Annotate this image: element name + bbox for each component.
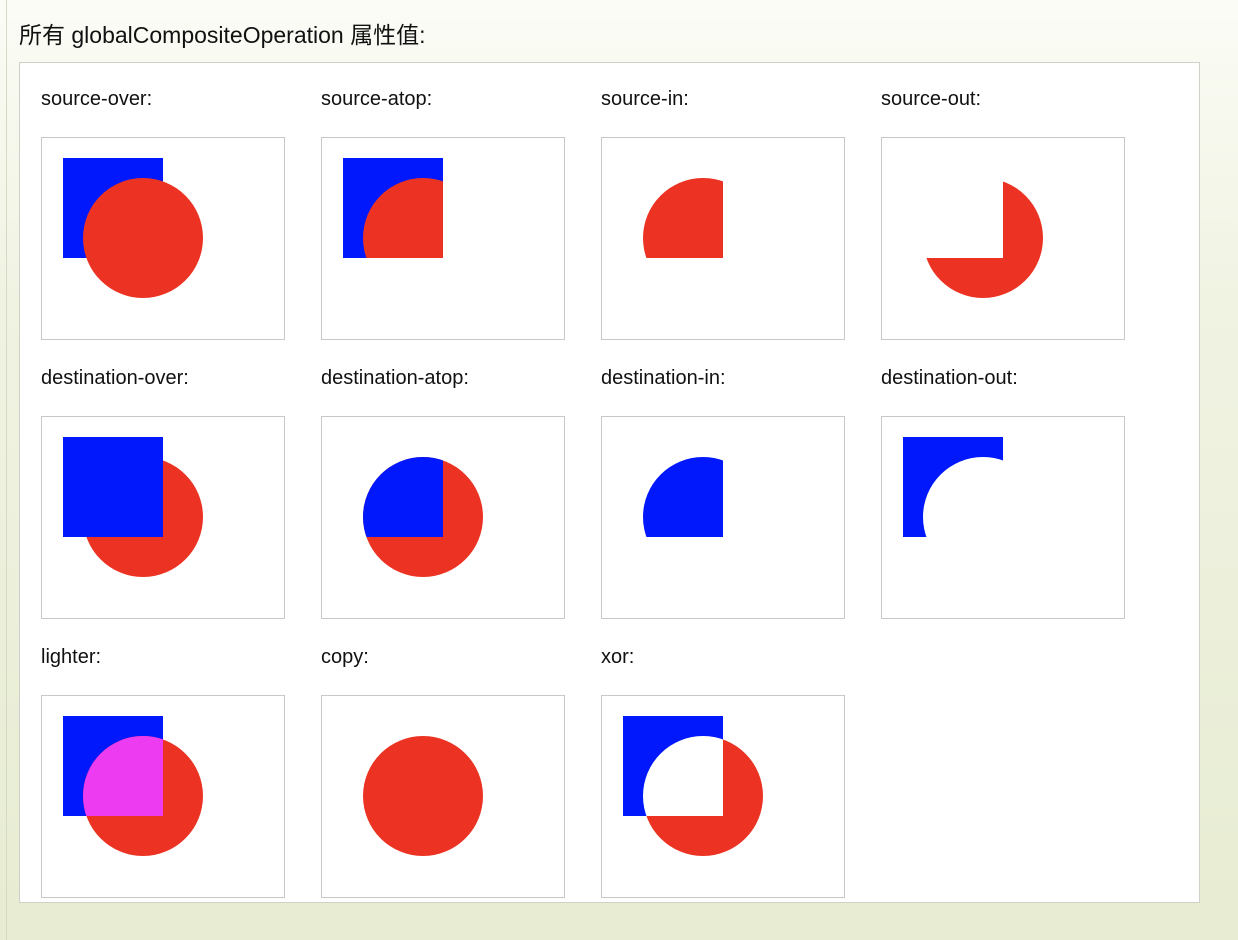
canvas-destination-atop (321, 416, 565, 619)
red-circle (643, 178, 723, 258)
demo-panel: source-over: source-atop: source-in: sou… (19, 62, 1200, 903)
canvas-copy (321, 695, 565, 898)
canvas-destination-out (881, 416, 1125, 619)
composite-illustration (363, 736, 483, 856)
canvas-xor (601, 695, 845, 898)
demo-label-xor: xor: (601, 646, 635, 668)
composite-illustration (63, 437, 203, 577)
demo-label-source-in: source-in: (601, 88, 689, 110)
blue-square (63, 437, 163, 537)
page-title: 所有 globalCompositeOperation 属性值: (19, 22, 426, 48)
demo-label-destination-over: destination-over: (41, 367, 189, 389)
page-left-border (6, 0, 7, 940)
composite-illustration (63, 158, 203, 298)
canvas-lighter (41, 695, 285, 898)
composite-illustration (343, 158, 443, 258)
blue-square (903, 437, 1003, 537)
demo-label-lighter: lighter: (41, 646, 102, 668)
composite-illustration (363, 457, 483, 577)
demo-label-source-atop: source-atop: (321, 88, 433, 110)
red-circle (363, 178, 443, 258)
red-circle (83, 178, 203, 298)
red-circle (363, 736, 483, 856)
demo-label-copy: copy: (321, 646, 369, 668)
canvas-destination-over (41, 416, 285, 619)
canvas-source-out (881, 137, 1125, 340)
demo-label-source-out: source-out: (881, 88, 982, 110)
composite-illustration (903, 437, 1003, 537)
demo-label-destination-in: destination-in: (601, 367, 726, 389)
canvas-source-in (601, 137, 845, 340)
red-circle (923, 178, 1043, 298)
composite-illustration (643, 178, 723, 258)
canvas-source-over (41, 137, 285, 340)
red-circle (643, 736, 763, 856)
demo-label-source-over: source-over: (41, 88, 153, 110)
composite-illustration (623, 716, 763, 856)
composite-illustration (643, 457, 723, 537)
blue-square (363, 457, 443, 537)
demo-label-destination-out: destination-out: (881, 367, 1018, 389)
canvas-destination-in (601, 416, 845, 619)
demo-label-destination-atop: destination-atop: (321, 367, 469, 389)
composite-illustration (923, 178, 1043, 298)
canvas-source-atop (321, 137, 565, 340)
composite-illustration (63, 716, 203, 856)
blue-square (643, 457, 723, 537)
